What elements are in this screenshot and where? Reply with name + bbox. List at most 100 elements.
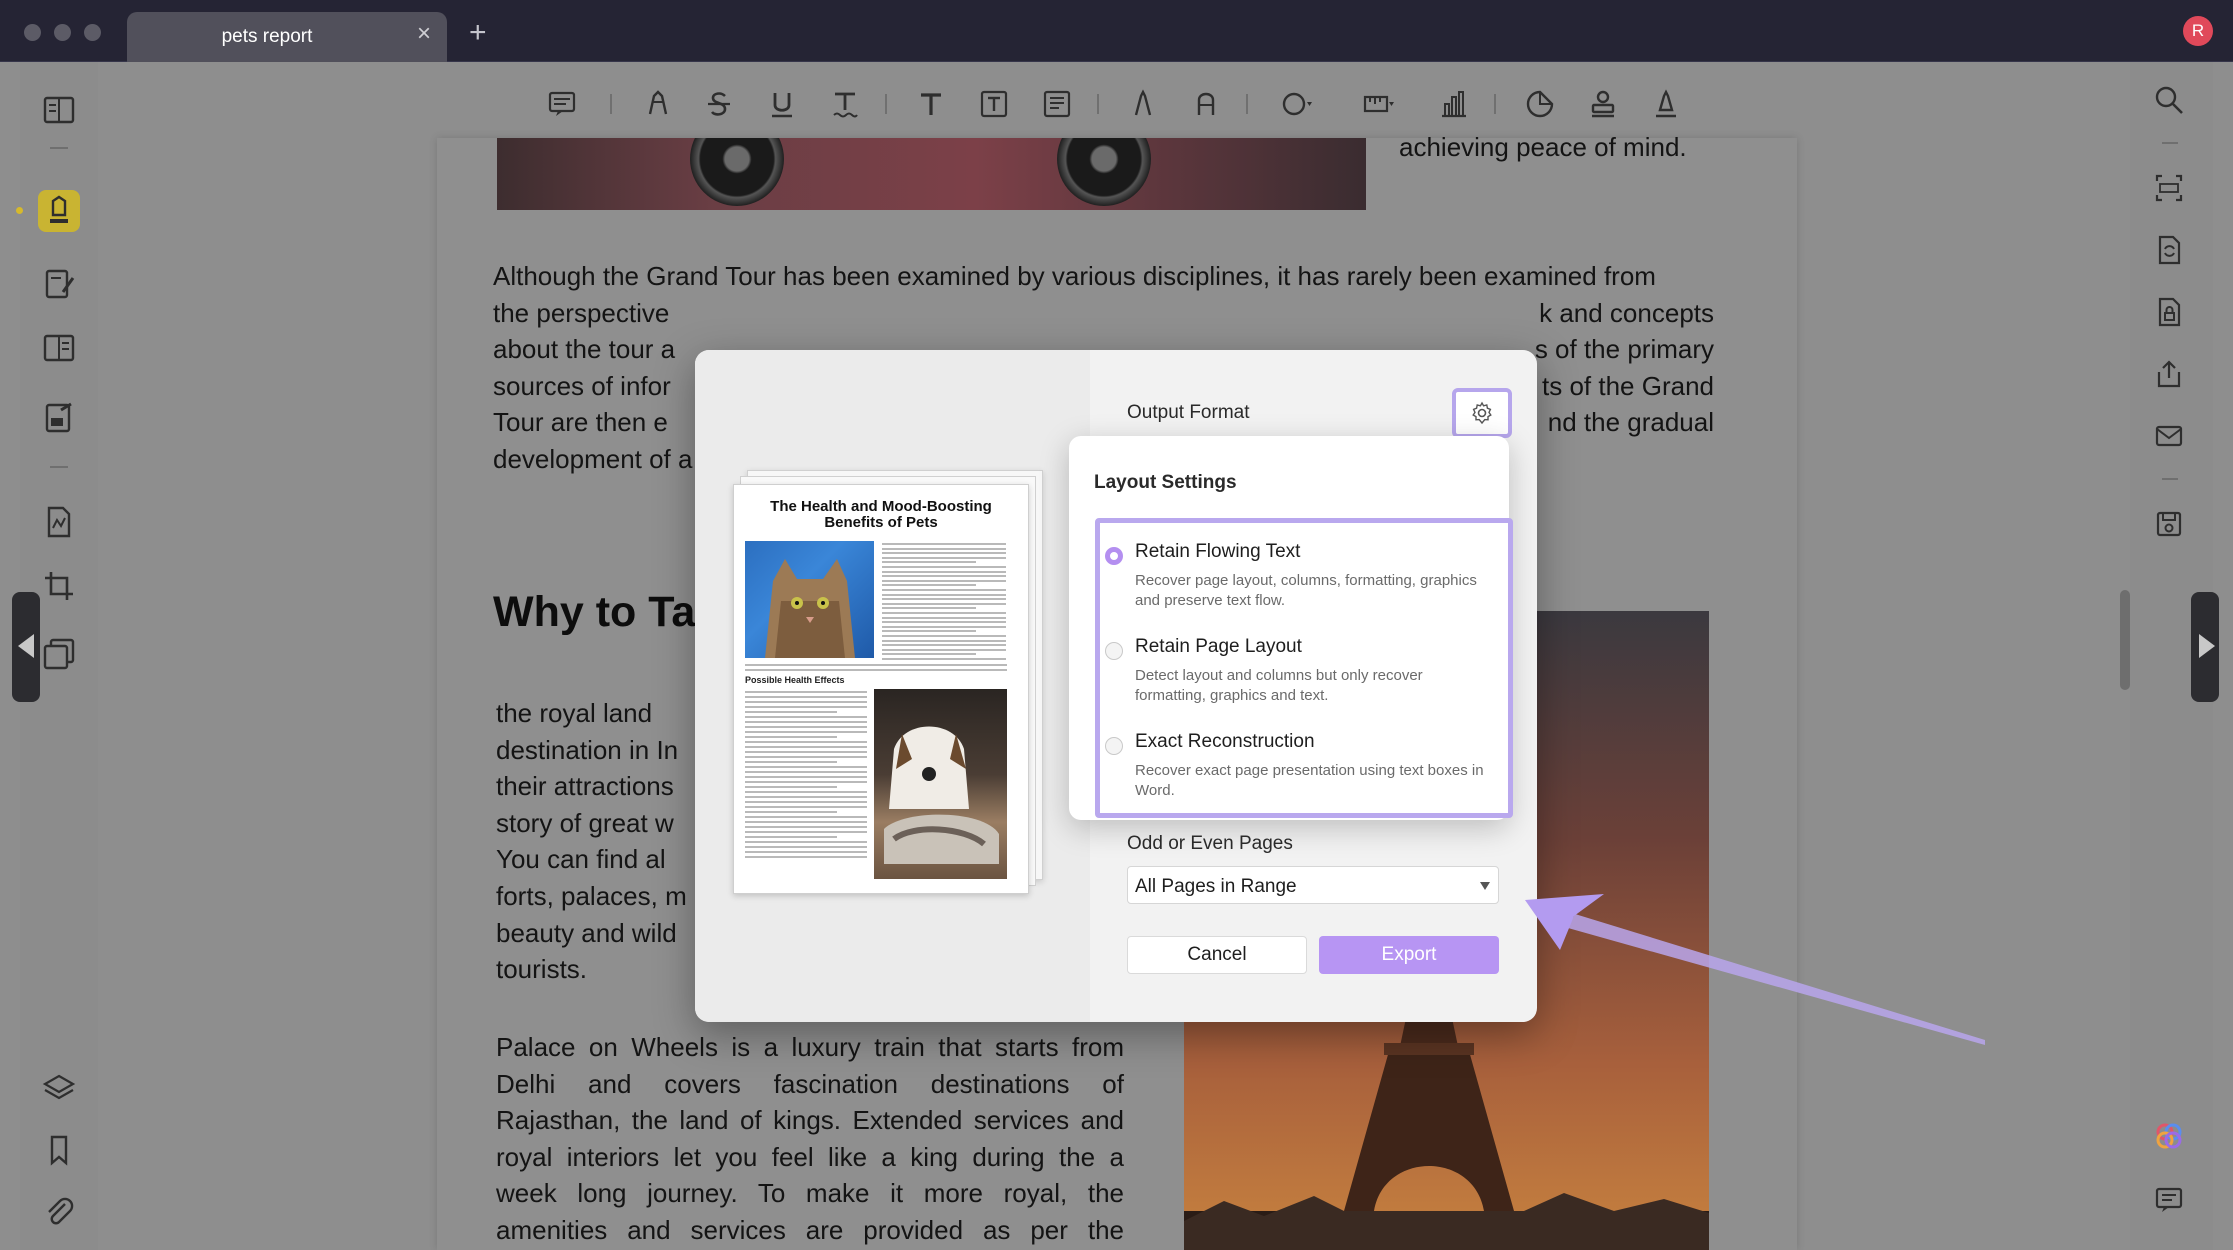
search-icon[interactable] bbox=[2153, 84, 2185, 116]
gear-icon bbox=[1472, 401, 1492, 425]
preview-text-line bbox=[745, 766, 867, 768]
sidebar-divider bbox=[2162, 478, 2178, 480]
measure-icon[interactable] bbox=[1357, 82, 1401, 126]
chevron-left-icon bbox=[18, 634, 34, 658]
preview-text-line bbox=[882, 561, 976, 564]
preview-text-line bbox=[745, 756, 867, 758]
preview-text-line bbox=[745, 731, 867, 733]
text-icon[interactable] bbox=[909, 82, 953, 126]
preview-subheading: Possible Health Effects bbox=[745, 675, 845, 685]
section-heading: Why to Ta bbox=[493, 588, 696, 636]
radio-unselected[interactable] bbox=[1105, 737, 1123, 755]
preview-text-line bbox=[745, 816, 867, 818]
user-avatar[interactable]: R bbox=[2183, 16, 2213, 46]
tab-close-icon[interactable]: × bbox=[417, 22, 431, 46]
preview-title: The Health and Mood-Boosting Benefits of… bbox=[770, 498, 992, 531]
vertical-scrollbar[interactable] bbox=[2120, 590, 2130, 690]
ocr-icon[interactable] bbox=[2153, 172, 2185, 204]
option-description: Detect layout and columns but only recov… bbox=[1135, 667, 1423, 704]
preview-text-line bbox=[882, 616, 1006, 619]
preview-text-line bbox=[745, 691, 867, 693]
shape-icon[interactable] bbox=[1275, 82, 1319, 126]
strikethrough-icon[interactable] bbox=[697, 82, 741, 126]
chat-icon[interactable] bbox=[2153, 1184, 2185, 1216]
form-icon[interactable] bbox=[41, 400, 77, 436]
highlighter-icon[interactable] bbox=[41, 193, 77, 229]
squiggly-underline-icon[interactable] bbox=[823, 82, 867, 126]
export-button[interactable]: Export bbox=[1319, 936, 1499, 974]
close-window-button[interactable] bbox=[24, 24, 41, 41]
chart-icon[interactable] bbox=[1432, 82, 1476, 126]
page-organize-icon[interactable] bbox=[41, 330, 77, 366]
ai-assistant-icon[interactable] bbox=[2153, 1120, 2185, 1152]
tab-title: pets report bbox=[221, 26, 313, 47]
convert-file-icon[interactable] bbox=[2153, 234, 2185, 266]
bookmark-icon[interactable] bbox=[41, 1132, 77, 1168]
output-format-label: Output Format bbox=[1127, 402, 1250, 423]
stamp-icon[interactable] bbox=[1581, 82, 1625, 126]
preview-text-line bbox=[882, 607, 976, 610]
option-description: Recover page layout, columns, formatting… bbox=[1135, 572, 1477, 609]
cancel-button[interactable]: Cancel bbox=[1127, 936, 1307, 974]
signature-icon[interactable] bbox=[1644, 82, 1688, 126]
active-indicator-dot bbox=[16, 207, 23, 214]
preview-text-line bbox=[745, 811, 837, 813]
text-line: amenities and services are provided as p… bbox=[496, 1215, 1124, 1245]
collapse-right-panel-button[interactable] bbox=[2191, 592, 2219, 702]
sticker-icon[interactable] bbox=[1518, 82, 1562, 126]
preview-text-line bbox=[745, 796, 867, 798]
pencil-icon[interactable] bbox=[1121, 82, 1165, 126]
document-tab[interactable]: pets report × bbox=[127, 12, 447, 62]
layout-settings-button[interactable] bbox=[1452, 388, 1512, 438]
protect-file-icon[interactable] bbox=[2153, 296, 2185, 328]
underline-icon[interactable] bbox=[760, 82, 804, 126]
collapse-left-panel-button[interactable] bbox=[12, 592, 40, 702]
radio-unselected[interactable] bbox=[1105, 642, 1123, 660]
preview-text-line bbox=[882, 653, 976, 656]
preview-text-line bbox=[745, 696, 867, 698]
radio-selected[interactable] bbox=[1105, 547, 1123, 565]
minimize-window-button[interactable] bbox=[54, 24, 71, 41]
layers-icon[interactable] bbox=[41, 1070, 77, 1106]
preview-text-line bbox=[882, 579, 1006, 582]
preview-text-line bbox=[745, 781, 867, 783]
preview-text-line bbox=[745, 761, 837, 763]
preview-text-line bbox=[882, 612, 1006, 614]
text-line-fragment: k and concepts bbox=[1539, 297, 1714, 328]
preview-text-line bbox=[882, 621, 1006, 624]
share-icon[interactable] bbox=[2153, 358, 2185, 390]
comment-icon[interactable] bbox=[540, 82, 584, 126]
edit-pdf-icon[interactable] bbox=[41, 266, 77, 302]
text-box-icon[interactable] bbox=[972, 82, 1016, 126]
text-line: Although the Grand Tour has been examine… bbox=[493, 261, 1656, 291]
batch-icon[interactable] bbox=[41, 636, 77, 672]
preview-text-line bbox=[882, 570, 1006, 573]
new-tab-button[interactable]: + bbox=[469, 18, 487, 48]
toolbar-divider bbox=[1246, 94, 1248, 114]
preview-text-line bbox=[745, 771, 867, 773]
zoom-window-button[interactable] bbox=[84, 24, 101, 41]
text-callout-icon[interactable] bbox=[1035, 82, 1079, 126]
odd-even-pages-label: Odd or Even Pages bbox=[1127, 833, 1293, 854]
preview-text-line bbox=[745, 668, 1007, 671]
cat-photo bbox=[745, 541, 874, 658]
preview-panel: The Health and Mood-Boosting Benefits of… bbox=[695, 350, 1090, 1022]
layout-settings-popup: Layout Settings Retain Flowing Text Reco… bbox=[1069, 436, 1513, 820]
pencil-highlighter-icon[interactable] bbox=[634, 82, 678, 126]
preview-text-line bbox=[745, 701, 867, 703]
eraser-icon[interactable] bbox=[1184, 82, 1228, 126]
save-icon[interactable] bbox=[2153, 508, 2185, 540]
preview-text-line bbox=[745, 736, 837, 738]
layout-options-group: Retain Flowing Text Recover page layout,… bbox=[1095, 518, 1513, 818]
chevron-down-icon bbox=[1480, 882, 1490, 890]
email-icon[interactable] bbox=[2153, 420, 2185, 452]
preview-text-line bbox=[745, 716, 867, 718]
convert-icon[interactable] bbox=[41, 504, 77, 540]
page-range-select[interactable]: All Pages in Range bbox=[1127, 866, 1499, 904]
attachment-icon[interactable] bbox=[41, 1194, 77, 1230]
preview-text-line bbox=[882, 602, 1006, 605]
crop-icon[interactable] bbox=[41, 568, 77, 604]
preview-text-line bbox=[745, 751, 867, 753]
preview-text-line bbox=[745, 664, 1007, 666]
reader-mode-icon[interactable] bbox=[41, 92, 77, 128]
